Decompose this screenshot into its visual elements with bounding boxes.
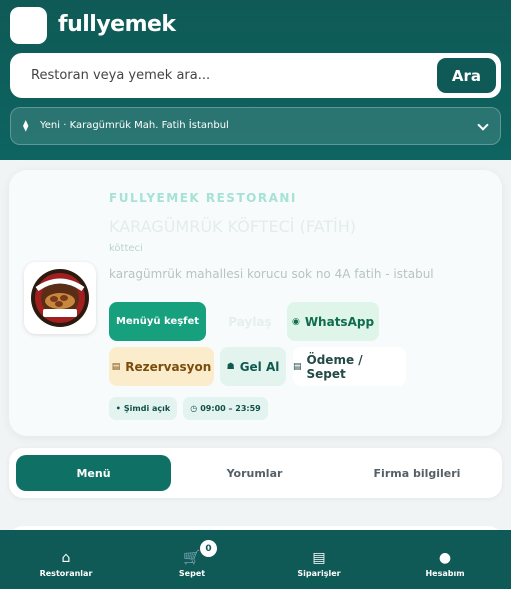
home-icon: ⌂: [61, 550, 71, 566]
location-selector[interactable]: ⧫ Yeni · Karagümrük Mah. Fatih İstanbul: [10, 107, 501, 145]
share-label: Paylaş: [228, 314, 272, 329]
chevron-down-icon: [477, 119, 489, 131]
search-input[interactable]: [10, 53, 430, 98]
app-logo[interactable]: [10, 7, 47, 44]
app-header: fullyemek Ara ⧫ Yeni · Karagümrük Mah. F…: [0, 0, 511, 160]
takeaway-button[interactable]: ☗ Gel Al: [220, 347, 286, 386]
whatsapp-icon: ◉: [291, 316, 300, 327]
orders-icon: ▤: [312, 550, 326, 566]
receipt-icon: ▤: [293, 361, 302, 372]
takeaway-label: Gel Al: [239, 359, 280, 374]
reservation-label: Rezervasyon: [125, 359, 212, 374]
location-pin-icon: ⧫: [23, 119, 29, 132]
user-icon: ●: [438, 550, 452, 566]
tab-reviews[interactable]: Yorumlar: [177, 455, 332, 491]
reservation-button[interactable]: ▤ Rezervasyon: [109, 347, 214, 386]
whatsapp-button[interactable]: ◉ WhatsApp: [287, 302, 379, 341]
nav-restaurants-label: Restoranlar: [39, 569, 93, 578]
explore-menu-button[interactable]: Menüyü keşfet: [109, 302, 206, 341]
nav-account-label: Hesabım: [425, 569, 465, 578]
restaurant-category: kötteci: [109, 243, 143, 254]
cart-count-badge: 0: [200, 540, 217, 557]
tab-menu[interactable]: Menü: [16, 455, 171, 491]
explore-menu-label: Menüyü keşfet: [115, 316, 200, 327]
tab-bar: Menü Yorumlar Firma bilgileri: [9, 448, 502, 498]
nav-cart-label: Sepet: [178, 569, 206, 578]
open-status-badge: • Şimdi açık: [109, 397, 177, 420]
open-status-label: Şimdi açık: [123, 404, 171, 413]
location-label: Yeni · Karagümrük Mah. Fatih İstanbul: [40, 120, 229, 131]
clock-icon: ◷: [190, 404, 198, 413]
restaurant-logo-image: [31, 269, 89, 327]
search-button[interactable]: Ara: [437, 58, 496, 93]
whatsapp-label: WhatsApp: [304, 314, 375, 329]
nav-account[interactable]: ● Hesabım: [381, 530, 509, 589]
share-button[interactable]: Paylaş: [216, 302, 284, 341]
restaurant-address: karagümrük mahallesi korucu sok no 4A fa…: [109, 267, 434, 281]
hours-label: 09:00 – 23:59: [200, 404, 261, 413]
search-bar: Ara: [10, 53, 501, 98]
restaurant-card: FULLYEMEK RESTORANI KARAGÜMRÜK KÖFTECİ (…: [9, 170, 502, 436]
nav-orders-label: Siparişler: [297, 569, 341, 578]
restaurant-logo: [24, 262, 96, 334]
bottom-navigation: ⌂ Restoranlar 🛒 Sepet 0 ▤ Siparişler ● H…: [0, 530, 511, 589]
brand-name: fullyemek: [58, 12, 176, 37]
cart-icon: 🛒: [183, 550, 201, 566]
nav-restaurants[interactable]: ⌂ Restoranlar: [2, 530, 130, 589]
takeaway-icon: ☗: [226, 361, 235, 372]
hours-badge: ◷ 09:00 – 23:59: [183, 397, 268, 420]
dot-icon: •: [115, 404, 121, 413]
tab-company-info[interactable]: Firma bilgileri: [338, 455, 496, 491]
calendar-icon: ▤: [111, 361, 121, 372]
payment-button[interactable]: ▤ Ödeme / Sepet: [293, 347, 406, 386]
restaurant-name: KARAGÜMRÜK KÖFTECİ (FATİH): [109, 217, 357, 236]
nav-orders[interactable]: ▤ Siparişler: [255, 530, 383, 589]
restaurant-eyebrow: FULLYEMEK RESTORANI: [109, 191, 297, 205]
payment-label: Ödeme / Sepet: [306, 352, 363, 381]
nav-cart[interactable]: 🛒 Sepet 0: [128, 530, 256, 589]
